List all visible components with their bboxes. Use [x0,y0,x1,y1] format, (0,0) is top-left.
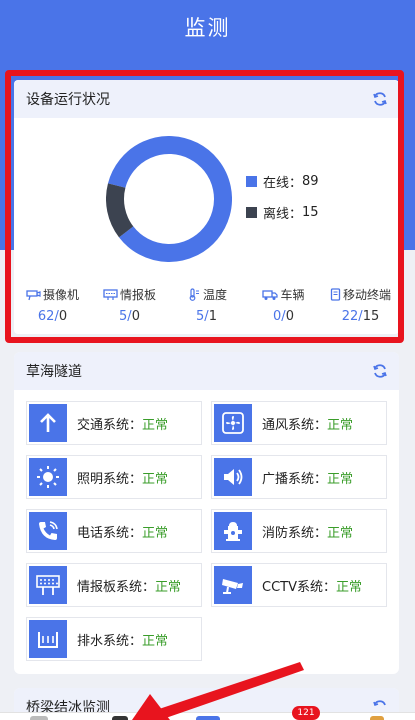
legend-online-label: 在线： [263,176,303,191]
vehicle-icon [262,289,279,300]
system-status: 正常 [327,417,354,433]
page-title: 监测 [184,16,231,40]
nav-monitor-icon[interactable] [196,716,220,720]
system-status: 正常 [327,525,354,541]
device-label: 移动终端 [342,288,391,302]
cctv-camera-icon [214,566,252,604]
nav-other-icon[interactable] [370,716,384,720]
led-board-icon [29,566,67,604]
legend-online-value: 89 [302,174,319,189]
device-count: 22/15 [341,309,380,324]
donut-slice-离线 [106,183,134,238]
system-name: CCTV系统： [262,579,336,595]
device-label: 车辆 [280,288,305,302]
device-count: 62/0 [37,309,68,324]
system-traffic[interactable]: 交通系统：正常 [26,401,202,445]
speaker-icon [214,458,252,496]
donut-svg [106,136,232,262]
system-broadcast[interactable]: 广播系统：正常 [211,455,387,499]
sun-icon [29,458,67,496]
bottom-nav [0,712,415,720]
system-name: 广播系统： [262,471,328,487]
device-mobile-terminal[interactable]: 移动终端 22/15 [325,286,397,324]
legend-offline-label: 离线： [263,207,303,222]
legend-offline: 离线： 15 [246,203,319,222]
device-label: 情报板 [119,288,156,302]
donut-slice-在线 [107,136,232,262]
arrow-up-icon [29,404,67,442]
device-donut-chart [106,136,232,262]
system-status: 正常 [142,417,169,433]
nav-badge: 121 [292,706,320,720]
system-name: 情报板系统： [77,579,156,595]
device-count: 0/0 [273,309,294,324]
system-name: 照明系统： [77,471,143,487]
system-name: 交通系统： [77,417,143,433]
device-label: 温度 [202,288,227,302]
device-count: 5/1 [196,309,217,324]
online-swatch [246,176,257,187]
system-name: 排水系统： [77,633,143,649]
device-status-card: 设备运行状况 在线： 89 离线： 15 摄像机 62/0 情报板 5/0 温度… [14,80,399,334]
offline-swatch [246,207,257,218]
device-status-title: 设备运行状况 [26,92,110,108]
info-board-icon [103,288,118,300]
system-status: 正常 [336,579,363,595]
nav-user-icon[interactable] [112,716,128,720]
camera-icon [26,289,41,300]
device-vehicle[interactable]: 车辆 0/0 [248,286,320,324]
system-status: 正常 [155,579,182,595]
nav-home-icon[interactable] [30,716,48,720]
system-cctv[interactable]: CCTV系统：正常 [211,563,387,607]
mobile-terminal-icon [330,288,341,301]
system-status: 正常 [142,471,169,487]
system-status: 正常 [142,525,169,541]
system-name: 通风系统： [262,417,328,433]
refresh-icon[interactable] [371,362,389,380]
donut-legend: 在线： 89 离线： 15 [246,172,319,234]
system-status: 正常 [142,633,169,649]
device-status-header: 设备运行状况 [14,80,399,118]
system-name: 消防系统： [262,525,328,541]
device-counts: 摄像机 62/0 情报板 5/0 温度 5/1 车辆 0/0 移动终端 22/1… [14,286,399,324]
thermometer-icon [189,288,199,301]
device-count: 5/0 [119,309,140,324]
hydrant-icon [214,512,252,550]
system-fire[interactable]: 消防系统：正常 [211,509,387,553]
device-label: 摄像机 [42,288,79,302]
tunnel-title: 草海隧道 [26,364,82,380]
system-drainage[interactable]: 排水系统：正常 [26,617,202,661]
system-status: 正常 [327,471,354,487]
system-lighting[interactable]: 照明系统：正常 [26,455,202,499]
tunnel-card: 草海隧道 交通系统：正常 通风系统：正常 照明系统：正常 广播系统：正常 电话系… [14,352,399,674]
device-info-board[interactable]: 情报板 5/0 [94,286,166,324]
system-ventilation[interactable]: 通风系统：正常 [211,401,387,445]
system-name: 电话系统： [77,525,143,541]
tunnel-header: 草海隧道 [14,352,399,390]
legend-online: 在线： 89 [246,172,319,191]
legend-offline-value: 15 [302,205,319,220]
phone-icon [29,512,67,550]
fan-icon [214,404,252,442]
drain-icon [29,620,67,658]
device-temperature[interactable]: 温度 5/1 [171,286,243,324]
system-telephone[interactable]: 电话系统：正常 [26,509,202,553]
refresh-icon[interactable] [371,90,389,108]
system-info-board[interactable]: 情报板系统：正常 [26,563,202,607]
device-camera[interactable]: 摄像机 62/0 [17,286,89,324]
